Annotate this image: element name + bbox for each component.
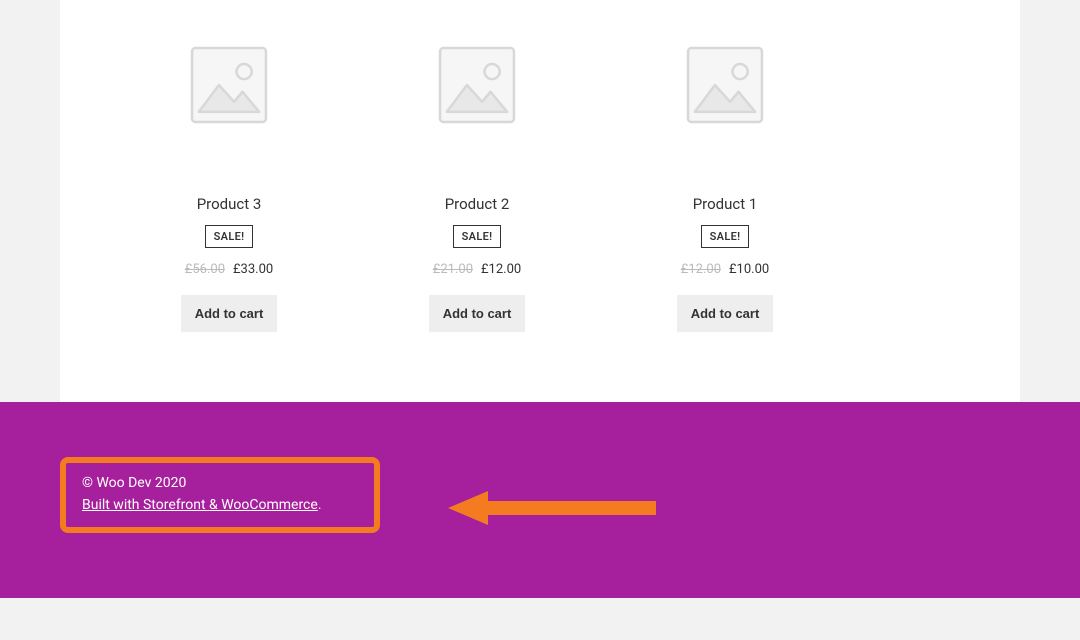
add-to-cart-button[interactable]: Add to cart (429, 295, 526, 332)
product-price: £56.00 £33.00 (115, 262, 343, 277)
site-footer: © Woo Dev 2020 Built with Storefront & W… (0, 402, 1080, 598)
product-price: £12.00 £10.00 (611, 262, 839, 277)
image-placeholder-icon (435, 43, 519, 127)
built-with-link[interactable]: Built with Storefront & WooCommerce (82, 497, 318, 513)
product-image-placeholder[interactable] (611, 0, 839, 170)
built-with-text: Built with Storefront & WooCommerce. (82, 497, 358, 513)
sale-badge: SALE! (205, 225, 254, 248)
product-card[interactable]: Product 2 SALE! £21.00 £12.00 Add to cart (363, 0, 591, 332)
price-old: £56.00 (185, 262, 225, 277)
price-new: £12.00 (481, 262, 521, 277)
product-card[interactable]: Product 3 SALE! £56.00 £33.00 Add to cart (115, 0, 343, 332)
product-price: £21.00 £12.00 (363, 262, 591, 277)
footer-inner: © Woo Dev 2020 Built with Storefront & W… (60, 457, 1020, 533)
product-title[interactable]: Product 3 (115, 195, 343, 213)
product-card[interactable]: Product 1 SALE! £12.00 £10.00 Add to cart (611, 0, 839, 332)
sale-badge: SALE! (701, 225, 750, 248)
price-old: £21.00 (433, 262, 473, 277)
product-image-placeholder[interactable] (363, 0, 591, 170)
product-grid: Product 3 SALE! £56.00 £33.00 Add to cart… (115, 0, 965, 332)
content-area: Product 3 SALE! £56.00 £33.00 Add to cart… (60, 0, 1020, 402)
product-image-placeholder[interactable] (115, 0, 343, 170)
annotation-arrow-icon (440, 483, 660, 533)
price-new: £10.00 (729, 262, 769, 277)
price-old: £12.00 (681, 262, 721, 277)
add-to-cart-button[interactable]: Add to cart (181, 295, 278, 332)
built-with-suffix: . (318, 497, 322, 513)
image-placeholder-icon (683, 43, 767, 127)
add-to-cart-button[interactable]: Add to cart (677, 295, 774, 332)
product-title[interactable]: Product 1 (611, 195, 839, 213)
copyright-text: © Woo Dev 2020 (82, 475, 358, 491)
sale-badge: SALE! (453, 225, 502, 248)
product-title[interactable]: Product 2 (363, 195, 591, 213)
image-placeholder-icon (187, 43, 271, 127)
price-new: £33.00 (233, 262, 273, 277)
annotation-highlight-box: © Woo Dev 2020 Built with Storefront & W… (60, 457, 380, 533)
